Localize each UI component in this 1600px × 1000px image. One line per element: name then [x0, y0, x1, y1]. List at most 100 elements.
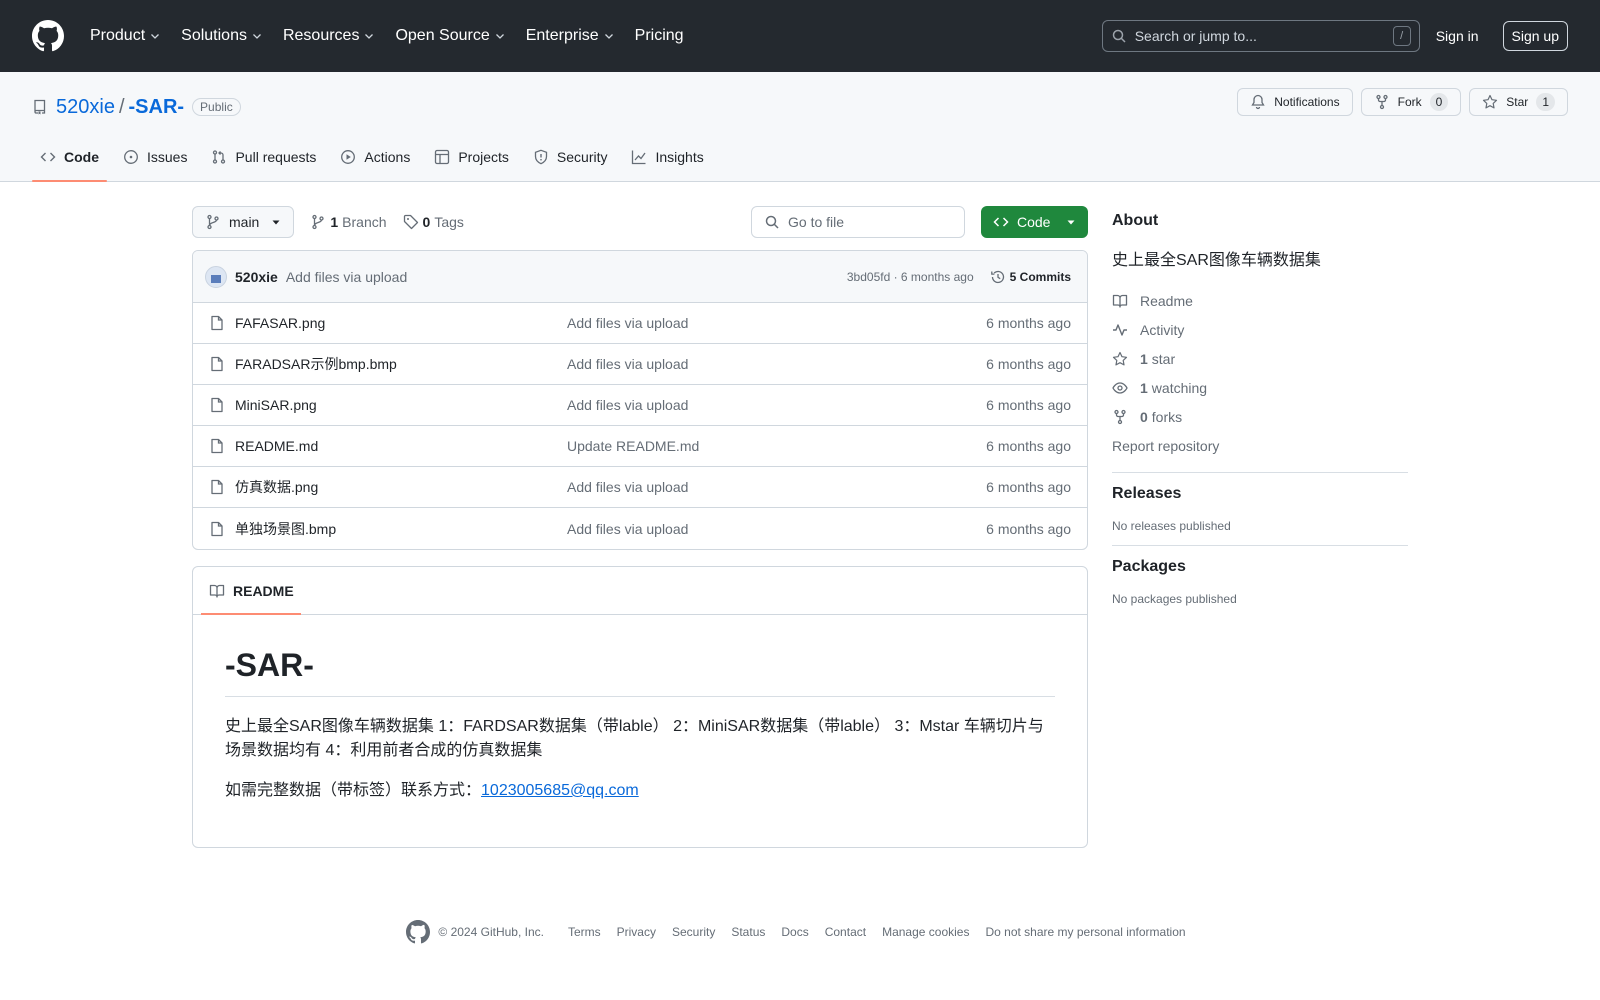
footer-link-status[interactable]: Status: [731, 925, 765, 939]
commit-message-link[interactable]: Add files via upload: [286, 269, 407, 285]
file-commit-message[interactable]: Add files via upload: [567, 521, 986, 537]
nav-open-source[interactable]: Open Source: [393, 23, 507, 49]
nav-product[interactable]: Product: [88, 23, 163, 49]
sign-in-link[interactable]: Sign in: [1436, 28, 1479, 44]
nav-solutions-label: Solutions: [181, 27, 247, 44]
file-icon: [211, 397, 223, 413]
forks-link[interactable]: 0 forks: [1112, 402, 1408, 431]
file-row[interactable]: 单独场景图.bmp Add files via upload 6 months …: [193, 508, 1087, 549]
footer-link-do-not-share[interactable]: Do not share my personal information: [985, 925, 1185, 939]
tab-code[interactable]: Code: [32, 133, 107, 182]
tags-link[interactable]: 0 Tags: [403, 214, 464, 230]
sign-up-button[interactable]: Sign up: [1502, 21, 1568, 51]
readme-panel: README -SAR- 史上最全SAR图像车辆数据集 1：FARDSAR数据集…: [192, 566, 1088, 848]
file-commit-message[interactable]: Update README.md: [567, 438, 986, 454]
nav-resources[interactable]: Resources: [281, 23, 377, 49]
file-row[interactable]: FARADSAR示例bmp.bmp Add files via upload 6…: [193, 344, 1087, 385]
branches-link[interactable]: 1 Branch: [310, 214, 387, 230]
nav-enterprise[interactable]: Enterprise: [524, 23, 617, 49]
releases-heading[interactable]: Releases: [1112, 485, 1408, 503]
github-logo-icon[interactable]: [406, 920, 431, 944]
footer-link-contact[interactable]: Contact: [825, 925, 866, 939]
file-icon: [211, 438, 223, 454]
divider: [1112, 472, 1408, 473]
go-to-file-input[interactable]: Go to file: [751, 206, 965, 238]
commit-author-link[interactable]: 520xie: [235, 269, 278, 285]
file-list: 520xie Add files via upload 3bd05fd · 6 …: [192, 250, 1088, 550]
footer-link-privacy[interactable]: Privacy: [617, 925, 656, 939]
footer-link-security[interactable]: Security: [672, 925, 715, 939]
footer-link-terms[interactable]: Terms: [568, 925, 601, 939]
file-commit-date: 6 months ago: [986, 315, 1071, 331]
file-row[interactable]: MiniSAR.png Add files via upload 6 month…: [193, 385, 1087, 426]
github-logo-icon[interactable]: [32, 20, 64, 52]
watchers-link[interactable]: 1 watching: [1112, 373, 1408, 402]
tab-actions[interactable]: Actions: [332, 133, 418, 181]
site-footer: © 2024 GitHub, Inc. Terms Privacy Securi…: [0, 920, 1600, 944]
file-row[interactable]: FAFASAR.png Add files via upload 6 month…: [193, 303, 1087, 344]
notifications-button[interactable]: Notifications: [1237, 88, 1353, 116]
email-link[interactable]: 1023005685@qq.com: [481, 782, 639, 799]
stars-count: 1: [1140, 350, 1148, 367]
file-name-link[interactable]: README.md: [235, 438, 567, 454]
file-icon: [211, 521, 223, 536]
readme-tab[interactable]: README: [193, 567, 1087, 615]
file-row[interactable]: 仿真数据.png Add files via upload 6 months a…: [193, 467, 1087, 508]
code-button-label: Code: [1017, 214, 1051, 230]
tab-security[interactable]: Security: [525, 133, 616, 181]
history-icon: [990, 270, 1004, 283]
header-actions: Search or jump to... / Sign in Sign up: [1101, 20, 1568, 52]
tab-security-label: Security: [556, 149, 608, 165]
commits-history-link[interactable]: 5 Commits: [990, 269, 1071, 285]
packages-heading[interactable]: Packages: [1112, 558, 1408, 576]
repo-actions: Notifications Fork 0 Star 1: [1229, 88, 1568, 116]
tag-count: 0: [422, 214, 431, 230]
caret-down-icon: [1067, 220, 1075, 225]
avatar[interactable]: [205, 265, 227, 288]
nav-product-label: Product: [90, 27, 146, 44]
top-nav: Product Solutions Resources Open Source …: [88, 23, 702, 49]
repo-tabs: Code Issues Pull requests Actions Projec…: [32, 133, 720, 182]
readme-link[interactable]: Readme: [1112, 286, 1408, 315]
nav-pricing[interactable]: Pricing: [633, 23, 686, 49]
global-search-input[interactable]: Search or jump to... /: [1101, 20, 1420, 52]
file-commit-message[interactable]: Add files via upload: [567, 479, 986, 495]
stars-link[interactable]: 1 star: [1112, 344, 1408, 373]
tab-actions-label: Actions: [364, 149, 411, 165]
branch-label: Branch: [342, 214, 387, 230]
file-name-link[interactable]: FAFASAR.png: [235, 315, 567, 331]
commit-hash-time[interactable]: 3bd05fd · 6 months ago: [847, 270, 974, 284]
chevron-down-icon: [365, 34, 374, 39]
branch-select-button[interactable]: main: [192, 206, 295, 238]
footer-link-docs[interactable]: Docs: [781, 925, 808, 939]
repo-icon: [34, 99, 46, 115]
nav-solutions[interactable]: Solutions: [179, 23, 265, 49]
report-repository-link[interactable]: Report repository: [1112, 431, 1408, 460]
latest-commit-bar: 520xie Add files via upload 3bd05fd · 6 …: [193, 251, 1087, 303]
repo-name-link[interactable]: -SAR-: [129, 96, 185, 119]
file-name-link[interactable]: MiniSAR.png: [235, 397, 567, 413]
star-button[interactable]: Star 1: [1469, 88, 1568, 116]
readme-tab-label: README: [233, 582, 294, 599]
search-placeholder: Search or jump to...: [1134, 28, 1257, 44]
tab-issues[interactable]: Issues: [115, 133, 195, 181]
tab-projects[interactable]: Projects: [426, 133, 517, 181]
file-row[interactable]: README.md Update README.md 6 months ago: [193, 426, 1087, 467]
tab-pull-requests[interactable]: Pull requests: [203, 133, 324, 181]
fork-button[interactable]: Fork 0: [1360, 88, 1462, 116]
shield-icon: [534, 149, 548, 165]
footer-link-manage-cookies[interactable]: Manage cookies: [882, 925, 969, 939]
file-name-link[interactable]: FARADSAR示例bmp.bmp: [235, 354, 567, 374]
activity-link[interactable]: Activity: [1112, 315, 1408, 344]
repo-owner-link[interactable]: 520xie: [56, 96, 115, 119]
repo-header: 520xie / -SAR- Public Notifications Fork…: [0, 72, 1600, 182]
file-commit-message[interactable]: Add files via upload: [567, 356, 986, 372]
file-name-link[interactable]: 单独场景图.bmp: [235, 519, 567, 539]
file-commit-message[interactable]: Add files via upload: [567, 397, 986, 413]
code-dropdown-button[interactable]: Code: [981, 206, 1088, 238]
file-name-link[interactable]: 仿真数据.png: [235, 477, 567, 497]
tab-insights[interactable]: Insights: [623, 133, 711, 181]
book-icon: [209, 584, 225, 598]
file-commit-message[interactable]: Add files via upload: [567, 315, 986, 331]
bell-icon: [1251, 94, 1265, 110]
